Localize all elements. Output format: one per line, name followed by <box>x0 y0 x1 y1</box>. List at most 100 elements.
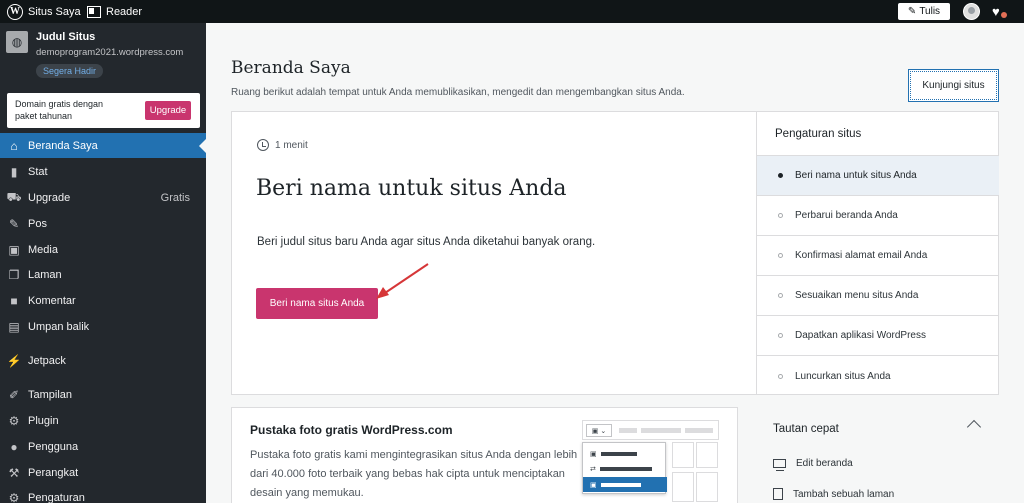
checklist-item[interactable]: Sesuaikan menu situs Anda <box>757 276 999 316</box>
media-icon: ▣ <box>8 242 20 257</box>
wordpress-logo-icon: W <box>7 3 23 20</box>
user-avatar-icon[interactable] <box>963 3 980 20</box>
quick-link-add-page[interactable]: Tambah sebuah laman <box>773 488 894 500</box>
illustration-cell <box>696 442 718 468</box>
illustration-line <box>619 428 637 433</box>
checklist-item[interactable]: Beri nama untuk situs Anda <box>757 156 999 196</box>
write-button[interactable]: ✎ Tulis <box>898 3 950 20</box>
bullet-icon <box>778 173 783 178</box>
illustration-dropdown: ▣ ⇄ ▣ <box>582 442 667 494</box>
sidebar-item-label: Beranda Saya <box>28 139 98 152</box>
sidebar-item-tampilan[interactable]: ✐ Tampilan <box>0 382 206 407</box>
sidebar-item-label: Perangkat <box>28 466 79 479</box>
feedback-icon: ▤ <box>8 319 20 334</box>
illustration-option-selected: ▣ <box>583 477 667 492</box>
stats-icon: ▮ <box>10 164 18 179</box>
sidebar-item-beranda-saya[interactable]: ⌂ Beranda Saya <box>0 133 206 158</box>
home-icon: ⌂ <box>10 138 18 153</box>
comment-icon: ■ <box>10 293 18 308</box>
sidebar-item-stat[interactable]: ▮ Stat <box>0 159 206 184</box>
visit-site-button[interactable]: Kunjungi situs <box>908 69 999 102</box>
checklist-item[interactable]: Luncurkan situs Anda <box>757 356 999 396</box>
site-title: Judul Situs <box>36 31 96 43</box>
red-arrow-icon <box>376 263 429 299</box>
image-select-icon: ▣ ⌄ <box>586 424 612 437</box>
write-label: Tulis <box>919 6 941 17</box>
illustration-option: ▣ <box>583 446 667 461</box>
sidebar-item-umpan-balik[interactable]: ▤ Umpan balik <box>0 314 206 339</box>
checklist-item-label: Sesuaikan menu situs Anda <box>795 290 919 301</box>
sidebar-item-label: Komentar <box>28 294 76 307</box>
coming-soon-badge: Segera Hadir <box>36 64 104 78</box>
checklist-items: Beri nama untuk situs Anda Perbarui beran… <box>757 156 999 396</box>
quick-link-edit-homepage[interactable]: Edit beranda <box>773 458 853 472</box>
my-site-label: Situs Saya <box>28 5 81 18</box>
domain-promo: Domain gratis dengan paket tahunan Upgra… <box>7 93 200 128</box>
illustration-toolbar: ▣ ⌄ <box>582 420 719 440</box>
globe-icon: ◍ <box>6 31 28 53</box>
sidebar-item-pengaturan[interactable]: ⚙ Pengaturan <box>0 485 206 503</box>
sidebar-item-label: Stat <box>28 165 48 178</box>
pin-icon: ✎ <box>8 216 20 231</box>
monitor-icon <box>773 459 786 472</box>
site-setup-checklist: Pengaturan situs Beri nama untuk situs A… <box>756 112 999 394</box>
settings-icon: ⚙ <box>8 490 20 503</box>
image-icon: ▣ <box>590 481 597 489</box>
site-header[interactable]: ◍ Judul Situs demoprogram2021.wordpress.… <box>0 23 206 81</box>
promo-upgrade-button[interactable]: Upgrade <box>145 101 191 120</box>
users-icon: ● <box>10 439 18 454</box>
sidebar: ◍ Judul Situs demoprogram2021.wordpress.… <box>0 23 206 503</box>
sidebar-item-label: Jetpack <box>28 354 66 367</box>
checklist-item[interactable]: Perbarui beranda Anda <box>757 196 999 236</box>
checklist-item-label: Luncurkan situs Anda <box>795 370 891 382</box>
sidebar-item-perangkat[interactable]: ⚒ Perangkat <box>0 460 206 485</box>
clock-icon <box>257 139 269 151</box>
task-card: 1 menit Beri nama untuk situs Anda Beri … <box>231 111 999 395</box>
sidebar-item-jetpack[interactable]: ⚡ Jetpack <box>0 348 206 373</box>
bullet-icon <box>778 293 783 298</box>
site-url: demoprogram2021.wordpress.com <box>36 47 184 58</box>
sidebar-item-extra: Gratis <box>160 191 190 204</box>
reader-link[interactable]: Reader <box>87 0 142 23</box>
sidebar-item-label: Upgrade <box>28 191 71 204</box>
task-time-label: 1 menit <box>275 139 308 151</box>
illustration-grid <box>668 442 719 503</box>
checklist-item[interactable]: Konfirmasi alamat email Anda <box>757 236 999 276</box>
task-panel: 1 menit Beri nama untuk situs Anda Beri … <box>232 112 756 394</box>
sidebar-item-pengguna[interactable]: ● Pengguna <box>0 434 206 459</box>
sidebar-item-laman[interactable]: ❐ Laman <box>0 262 206 287</box>
checklist-item[interactable]: Dapatkan aplikasi WordPress <box>757 316 999 356</box>
tools-icon: ⚒ <box>8 465 20 480</box>
bullet-icon <box>778 373 783 379</box>
sidebar-item-media[interactable]: ▣ Media <box>0 237 206 262</box>
checklist-item-label: Dapatkan aplikasi WordPress <box>795 330 926 341</box>
sidebar-item-plugin[interactable]: ⚙ Plugin <box>0 408 206 433</box>
pencil-icon: ✎ <box>907 6 917 17</box>
photo-card-title: Pustaka foto gratis WordPress.com <box>250 423 453 437</box>
checklist-item-label: Perbarui beranda Anda <box>795 210 898 221</box>
bullet-icon <box>778 253 783 258</box>
checklist-item-label: Konfirmasi alamat email Anda <box>795 250 928 261</box>
reader-icon <box>87 5 101 18</box>
sidebar-item-pos[interactable]: ✎ Pos <box>0 211 206 236</box>
sidebar-item-label: Pengguna <box>28 440 79 453</box>
photo-library-card: Pustaka foto gratis WordPress.com Pustak… <box>231 407 738 503</box>
quick-link-label: Tambah sebuah laman <box>793 488 895 500</box>
my-site-link[interactable]: W Situs Saya <box>7 0 81 23</box>
name-site-button[interactable]: Beri nama situs Anda <box>256 288 378 319</box>
brush-icon: ✐ <box>8 387 20 402</box>
illustration-cell <box>672 472 694 502</box>
quick-links-panel: Tautan cepat Edit beranda Tambah sebuah … <box>756 407 999 503</box>
illustration-option: ⇄ <box>583 461 667 476</box>
sidebar-item-label: Umpan balik <box>28 320 90 333</box>
task-time: 1 menit <box>257 139 308 151</box>
checklist-heading: Pengaturan situs <box>757 112 999 156</box>
chevron-up-icon[interactable] <box>966 419 982 435</box>
page-icon <box>773 488 783 500</box>
pages-icon: ❐ <box>8 267 20 282</box>
quick-links-title: Tautan cepat <box>773 423 839 435</box>
quick-link-label: Edit beranda <box>796 458 853 469</box>
sidebar-item-komentar[interactable]: ■ Komentar <box>0 288 206 313</box>
task-description: Beri judul situs baru Anda agar situs An… <box>257 236 596 248</box>
sidebar-item-upgrade[interactable]: ⛟ Upgrade Gratis <box>0 185 206 210</box>
